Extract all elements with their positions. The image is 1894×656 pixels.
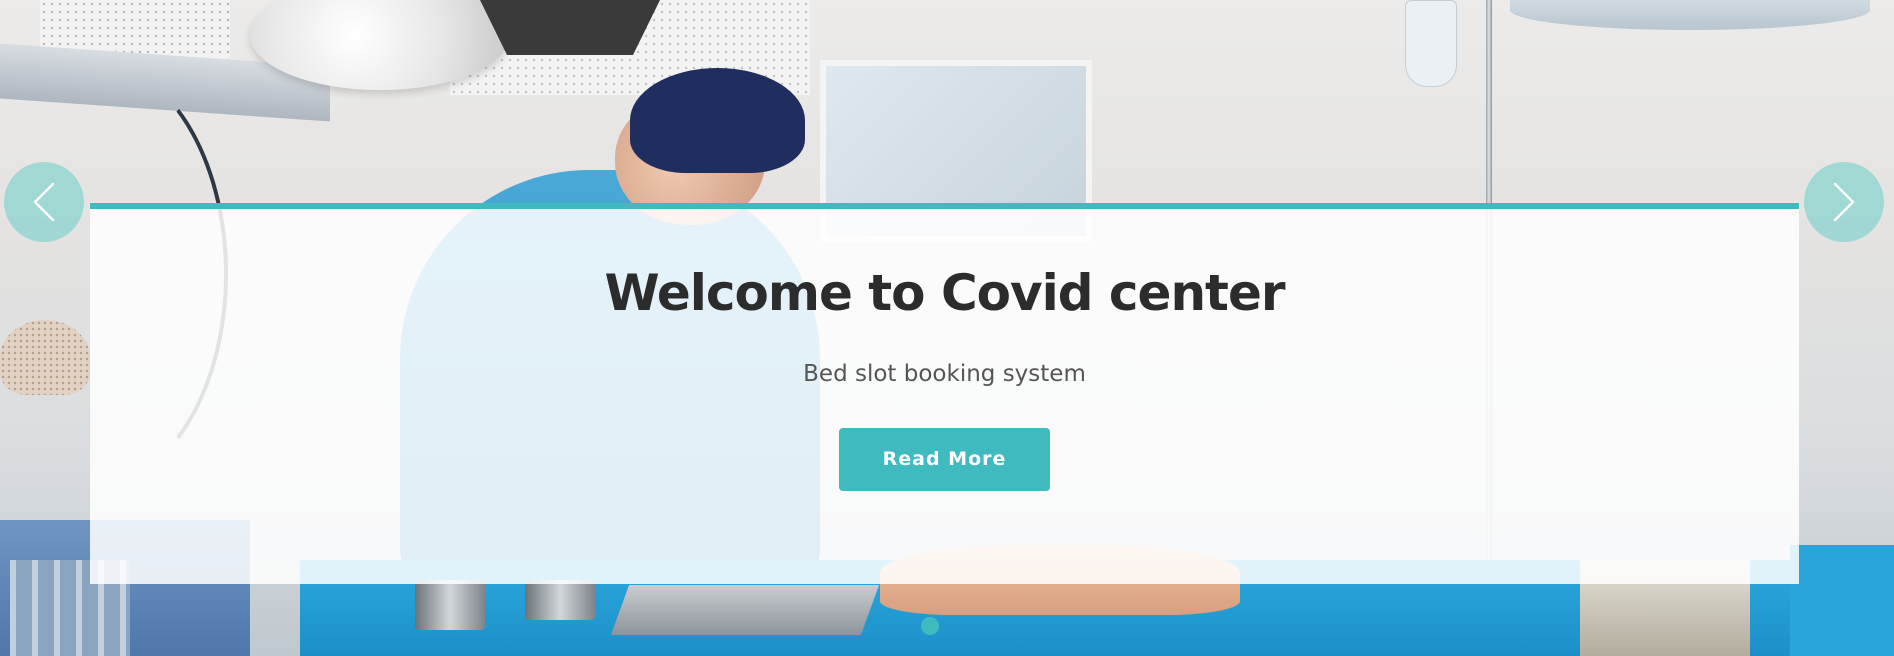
read-more-button[interactable]: Read More [839,428,1050,491]
hair-net [0,320,90,395]
hero-carousel: Welcome to Covid center Bed slot booking… [0,0,1894,656]
steel-canister [525,580,595,620]
surgical-drape [1790,545,1894,656]
surgeon-cap [630,68,805,173]
steel-canister [415,580,485,630]
slide-title: Welcome to Covid center [604,264,1285,322]
slide-caption-card: Welcome to Covid center Bed slot booking… [90,203,1799,584]
carousel-next-button[interactable] [1804,162,1884,242]
ceiling-lamp [1510,0,1870,30]
slide-subtitle: Bed slot booking system [803,361,1086,387]
iv-bag [1405,0,1457,87]
carousel-indicators [921,617,939,635]
chevron-left-icon [33,182,55,222]
carousel-indicator-dot[interactable] [921,617,939,635]
carousel-prev-button[interactable] [4,162,84,242]
ceiling-hood [480,0,660,55]
instrument-tray [610,585,880,635]
chevron-right-icon [1833,182,1855,222]
